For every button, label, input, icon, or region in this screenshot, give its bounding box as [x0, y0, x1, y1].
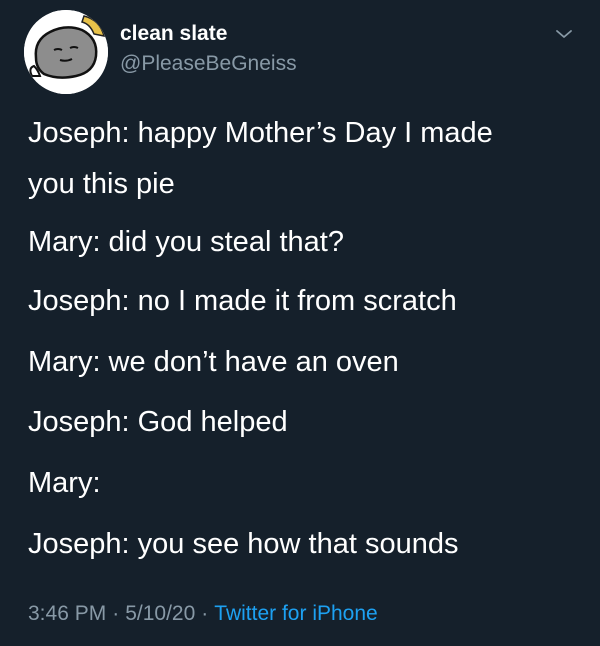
- meta-separator: ·: [201, 602, 209, 625]
- tweet-line: Mary: we don’t have an oven: [28, 346, 399, 378]
- tweet-source-link[interactable]: Twitter for iPhone: [214, 602, 377, 625]
- chevron-down-icon[interactable]: [554, 24, 574, 44]
- tweet-date[interactable]: 5/10/20: [125, 602, 195, 625]
- display-name[interactable]: clean slate: [120, 22, 227, 46]
- tweet-line: Joseph: God helped: [28, 406, 288, 438]
- meta-separator: ·: [112, 602, 120, 625]
- tweet-line: Joseph: you see how that sounds: [28, 528, 459, 560]
- tweet-card: clean slate @PleaseBeGneiss Joseph: happ…: [0, 0, 600, 646]
- rock-face-avatar-icon: [24, 10, 108, 94]
- tweet-line: Mary:: [28, 467, 101, 499]
- tweet-header: clean slate @PleaseBeGneiss: [0, 0, 600, 100]
- tweet-meta: 3:46 PM · 5/10/20 · Twitter for iPhone: [28, 602, 378, 626]
- tweet-line: Joseph: happy Mother’s Day I made: [28, 117, 493, 149]
- user-handle[interactable]: @PleaseBeGneiss: [120, 52, 297, 76]
- tweet-time[interactable]: 3:46 PM: [28, 602, 106, 625]
- tweet-line: Mary: did you steal that?: [28, 226, 344, 258]
- tweet-line: you this pie: [28, 168, 175, 200]
- user-avatar[interactable]: [24, 10, 108, 94]
- tweet-line: Joseph: no I made it from scratch: [28, 285, 457, 317]
